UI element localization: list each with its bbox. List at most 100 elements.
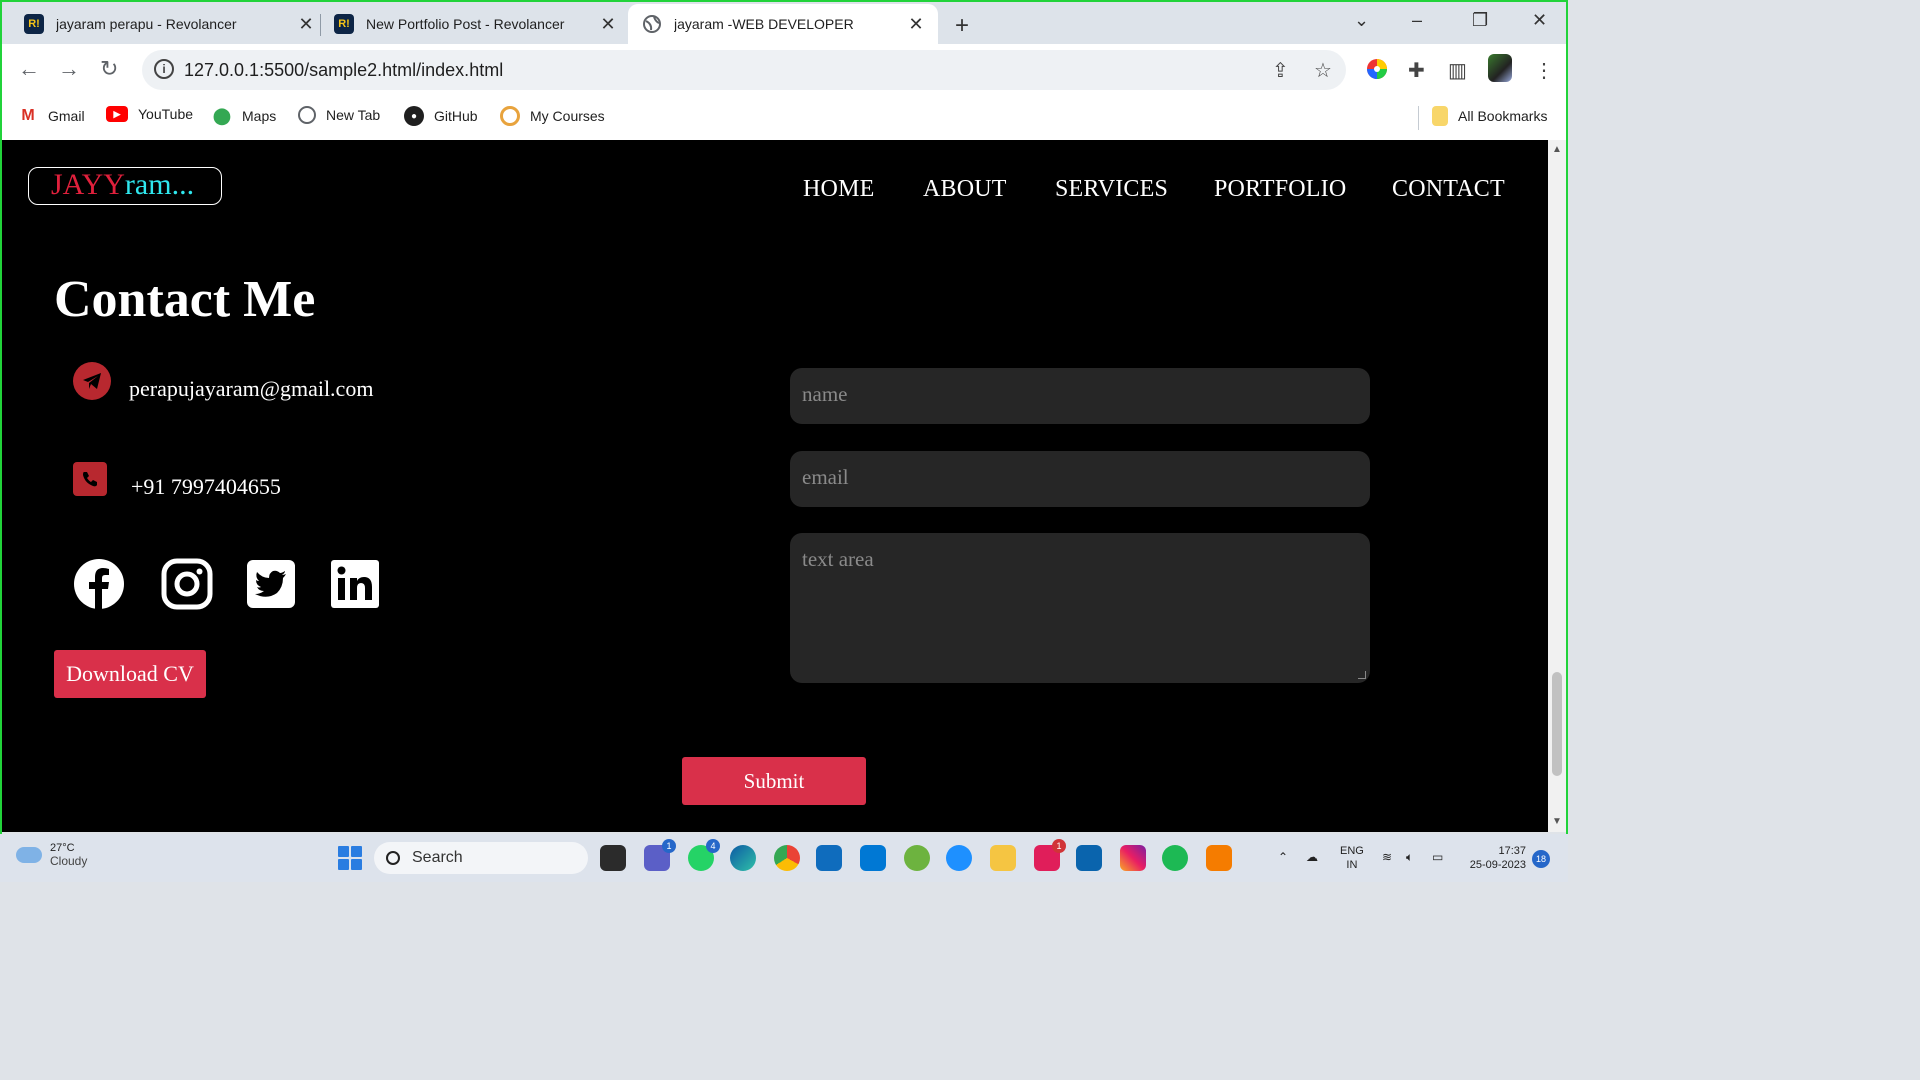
file-explorer-icon[interactable] [990,845,1016,871]
scroll-down-arrow-icon[interactable]: ▼ [1552,816,1562,827]
facebook-icon[interactable] [73,558,125,610]
instagram-app-icon[interactable] [1120,845,1146,871]
nav-contact[interactable]: CONTACT [1392,176,1505,203]
system-clock[interactable]: 17:37 25-09-2023 [1462,844,1526,872]
kebab-menu-icon[interactable]: ⋮ [1534,58,1554,83]
tab-revolancer-profile[interactable]: R! jayaram perapu - Revolancer ✕ [24,4,316,44]
nav-home[interactable]: HOME [803,176,874,203]
reload-icon[interactable]: ↻ [100,56,118,82]
color-wheel-extension-icon[interactable] [1366,58,1388,86]
whatsapp-icon[interactable]: 4 [688,839,720,871]
message-placeholder: text area [802,547,874,571]
browser-toolbar: ← → ↻ i 127.0.0.1:5500/sample2.html/inde… [2,44,1566,96]
resize-grip-icon[interactable] [1358,671,1366,679]
revolancer-favicon: R! [334,14,354,34]
clock-time: 17:37 [1498,845,1526,857]
tray-chevron-up-icon[interactable]: ⌃ [1278,850,1288,864]
site-logo[interactable]: JAYYram... [28,167,222,205]
battery-icon[interactable]: ▭ [1432,850,1443,864]
download-cv-button[interactable]: Download CV [54,650,206,698]
share-icon[interactable]: ⇪ [1272,58,1289,83]
tab-title: New Portfolio Post - Revolancer [366,16,565,32]
message-textarea[interactable]: text area [790,533,1370,683]
address-bar[interactable]: i 127.0.0.1:5500/sample2.html/index.html… [142,50,1346,90]
contact-email[interactable]: perapujayaram@gmail.com [129,376,373,402]
slack-icon[interactable]: 1 [1034,839,1066,871]
bookmark-label: Gmail [48,108,85,124]
new-tab-plus-icon[interactable]: + [955,12,969,40]
minimize-icon[interactable]: – [1412,10,1422,31]
help-icon[interactable] [946,845,972,871]
onedrive-offline-icon[interactable]: ☁ [1306,850,1318,864]
scrollbar-thumb[interactable] [1552,672,1562,776]
tab-web-developer[interactable]: jayaram -WEB DEVELOPER ✕ [628,4,938,44]
bookmark-new-tab[interactable]: New Tab [298,106,380,124]
vscode-icon[interactable] [860,845,886,871]
side-panel-icon[interactable]: ▥ [1448,58,1467,83]
url-text: 127.0.0.1:5500/sample2.html/index.html [184,60,504,80]
close-window-icon[interactable]: ✕ [1532,10,1547,31]
logo-part-red: JAYY [51,168,125,201]
nav-portfolio[interactable]: PORTFOLIO [1214,176,1346,203]
bookmark-youtube[interactable]: ▶ YouTube [106,106,193,122]
email-input[interactable]: email [790,451,1370,507]
tab-separator [320,14,321,36]
task-view-icon[interactable] [600,845,626,871]
whatsapp-badge: 4 [706,839,720,853]
bookmark-my-courses[interactable]: My Courses [500,106,605,126]
back-arrow-icon[interactable]: ← [18,56,40,82]
slack-badge: 1 [1052,839,1066,853]
courses-icon [500,106,520,126]
bookmark-star-icon[interactable]: ☆ [1314,58,1332,83]
tab-search-chevron-icon[interactable]: ⌄ [1354,10,1369,31]
contact-phone[interactable]: +91 7997404655 [131,474,281,500]
close-tab-icon[interactable]: ✕ [906,14,926,35]
edge-icon[interactable] [730,845,756,871]
windows-start-icon[interactable] [338,846,362,870]
extensions-puzzle-icon[interactable]: ✚ [1408,58,1425,83]
nav-services[interactable]: SERVICES [1055,176,1168,203]
folder-icon [1432,106,1448,126]
notification-count-badge[interactable]: 18 [1532,850,1550,868]
all-bookmarks[interactable]: All Bookmarks [1432,106,1547,126]
bookmarks-bar: M Gmail ▶ YouTube ⬤ Maps New Tab ● GitHu… [2,96,1566,140]
bookmark-gmail[interactable]: M Gmail [18,106,85,126]
restore-icon[interactable]: ❐ [1472,10,1488,31]
teams-badge: 1 [662,839,676,853]
instagram-icon[interactable] [161,558,213,610]
bookmark-label: Maps [242,108,277,124]
forward-arrow-icon[interactable]: → [58,56,80,82]
bookmark-label: New Tab [326,107,381,123]
spotify-icon[interactable] [1162,845,1188,871]
chrome-icon[interactable] [774,845,800,871]
bookmark-github[interactable]: ● GitHub [404,106,478,126]
bookmark-label: GitHub [434,108,478,124]
twitter-icon[interactable] [245,558,297,610]
wifi-icon[interactable]: ≋ [1382,850,1392,864]
maps-pin-icon: ⬤ [213,108,231,125]
weather-widget[interactable]: 27°C Cloudy [16,842,87,868]
close-tab-icon[interactable]: ✕ [598,14,618,35]
search-label: Search [412,849,463,866]
profile-avatar[interactable] [1488,54,1512,82]
name-input[interactable]: name [790,368,1370,424]
bookmarks-divider [1418,106,1419,130]
taskbar-search[interactable]: Search [374,842,588,874]
nav-about[interactable]: ABOUT [923,176,1007,203]
volume-icon[interactable]: 🔈︎ [1406,850,1413,865]
linkedin-icon[interactable] [329,558,381,610]
submit-button[interactable]: Submit [682,757,866,805]
spring-tools-icon[interactable] [904,845,930,871]
tab-new-portfolio-post[interactable]: R! New Portfolio Post - Revolancer ✕ [334,4,618,44]
q-app-icon[interactable] [1206,845,1232,871]
site-info-icon[interactable]: i [154,59,174,79]
close-tab-icon[interactable]: ✕ [296,14,316,35]
mail-icon[interactable] [1076,845,1102,871]
page-scrollbar[interactable]: ▲ ▼ [1548,140,1566,832]
bookmark-maps[interactable]: ⬤ Maps [212,106,276,126]
tab-title: jayaram -WEB DEVELOPER [674,16,854,32]
scroll-up-arrow-icon[interactable]: ▲ [1552,144,1562,155]
ms-store-icon[interactable] [816,845,842,871]
teams-icon[interactable]: 1 [644,839,676,871]
language-indicator[interactable]: ENG IN [1340,844,1364,872]
